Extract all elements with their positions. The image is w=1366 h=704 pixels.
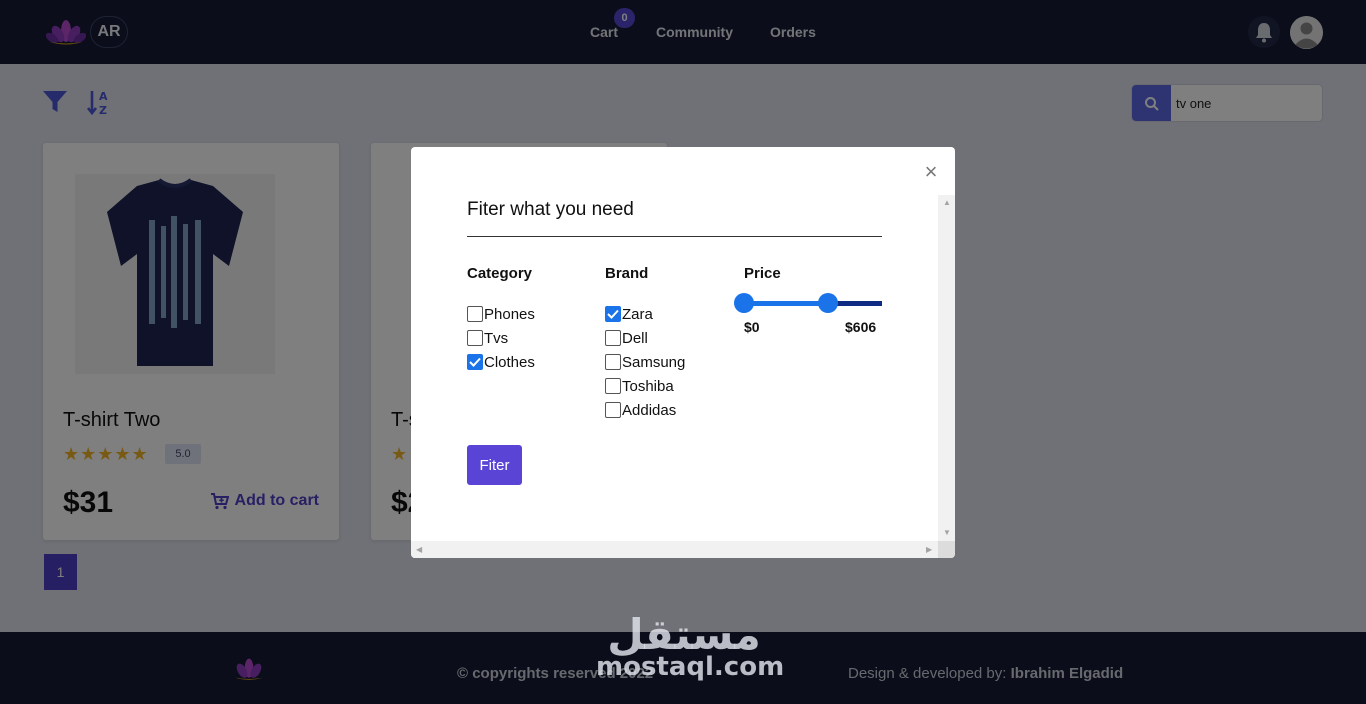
brand-heading: Brand <box>605 265 649 282</box>
option-label: Clothes <box>484 353 535 371</box>
price-min-handle[interactable] <box>734 293 754 313</box>
close-icon[interactable]: × <box>921 161 941 183</box>
option-label: Toshiba <box>622 377 674 395</box>
category-option-clothes[interactable]: Clothes <box>467 352 535 372</box>
category-option-phones[interactable]: Phones <box>467 304 535 324</box>
option-label: Tvs <box>484 329 509 347</box>
scroll-right-arrow-icon[interactable]: ▶ <box>926 546 932 554</box>
scroll-up-arrow-icon[interactable]: ▲ <box>943 199 951 207</box>
option-label: Phones <box>484 305 535 323</box>
brand-option-dell[interactable]: Dell <box>605 328 648 348</box>
price-min-label: $0 <box>744 319 760 335</box>
modal-horizontal-scrollbar[interactable]: ◀ ▶ <box>411 541 938 558</box>
checkbox[interactable] <box>605 354 621 370</box>
brand-option-toshiba[interactable]: Toshiba <box>605 376 674 396</box>
price-heading: Price <box>744 265 781 282</box>
modal-vertical-scrollbar[interactable]: ▲ ▼ <box>938 195 955 541</box>
checkbox[interactable] <box>605 330 621 346</box>
option-label: Addidas <box>622 401 677 419</box>
category-option-tvs[interactable]: Tvs <box>467 328 508 348</box>
price-max-handle[interactable] <box>818 293 838 313</box>
scroll-corner <box>938 541 955 558</box>
checkbox[interactable] <box>467 330 483 346</box>
check-icon <box>469 357 481 367</box>
checkbox-checked[interactable] <box>605 306 621 322</box>
modal-title: Fiter what you need <box>467 199 634 220</box>
option-label: Dell <box>622 329 648 347</box>
brand-option-addidas[interactable]: Addidas <box>605 400 676 420</box>
modal-divider <box>467 236 882 237</box>
option-label: Samsung <box>622 353 686 371</box>
brand-option-zara[interactable]: Zara <box>605 304 653 324</box>
category-heading: Category <box>467 265 533 282</box>
check-icon <box>607 309 619 319</box>
filter-modal: Fiter what you need Category Phones Tvs … <box>411 147 955 558</box>
option-label: Zara <box>622 305 653 323</box>
filter-submit-button[interactable]: Fiter <box>467 445 522 485</box>
scroll-down-arrow-icon[interactable]: ▼ <box>943 529 951 537</box>
checkbox-checked[interactable] <box>467 354 483 370</box>
checkbox[interactable] <box>605 378 621 394</box>
price-max-label: $606 <box>845 319 877 335</box>
brand-option-samsung[interactable]: Samsung <box>605 352 685 372</box>
checkbox[interactable] <box>467 306 483 322</box>
scroll-left-arrow-icon[interactable]: ◀ <box>416 546 422 554</box>
checkbox[interactable] <box>605 402 621 418</box>
